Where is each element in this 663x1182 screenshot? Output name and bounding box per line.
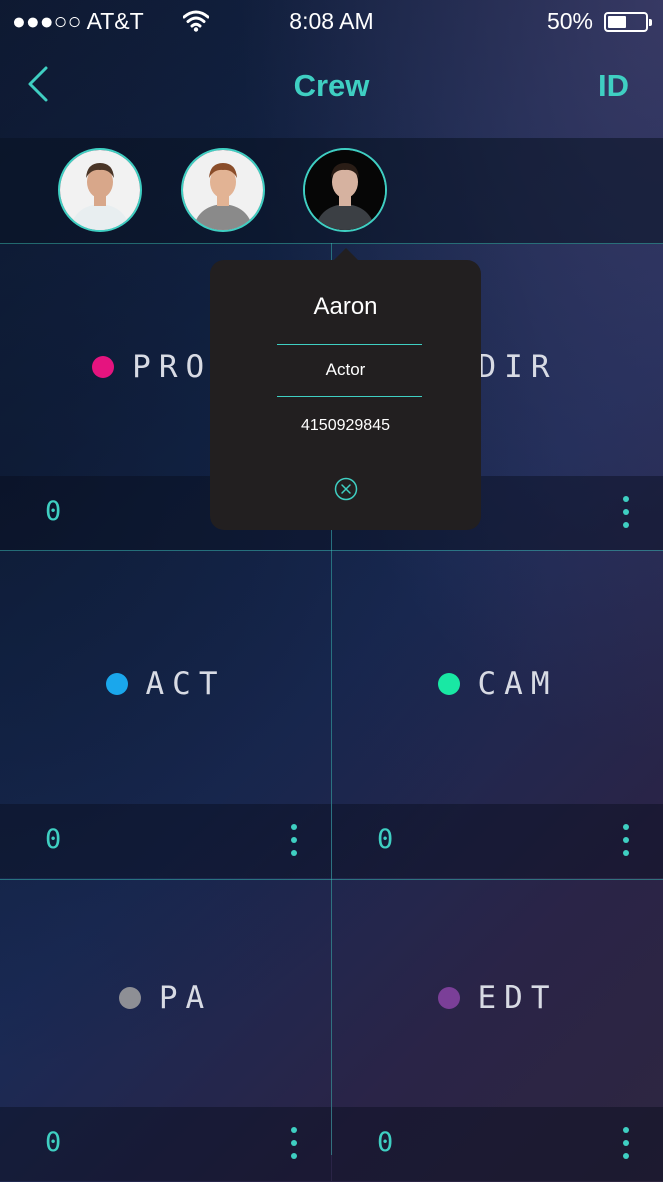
status-bar: ●●●○○ AT&T 8:08 AM 50% xyxy=(0,0,663,44)
more-options-icon[interactable] xyxy=(287,1127,301,1161)
battery-icon xyxy=(604,12,652,32)
more-options-icon[interactable] xyxy=(619,496,633,530)
status-dot xyxy=(92,356,115,378)
member-count: 0 xyxy=(45,496,62,527)
member-count: 0 xyxy=(377,1127,394,1158)
tile-footer: 0 xyxy=(332,804,663,878)
department-label: PA xyxy=(158,980,213,1016)
navigation-bar: Crew ID xyxy=(0,50,663,128)
status-dot xyxy=(437,987,460,1009)
member-role: Actor xyxy=(325,360,366,379)
more-options-icon[interactable] xyxy=(619,1127,633,1161)
popover-caret xyxy=(334,248,358,260)
department-label: CAM xyxy=(477,666,558,702)
close-circle-icon[interactable] xyxy=(334,477,358,501)
id-button[interactable]: ID xyxy=(598,68,629,104)
page-title: Crew xyxy=(293,68,370,103)
more-options-icon[interactable] xyxy=(619,824,633,858)
more-options-icon[interactable] xyxy=(287,824,301,858)
department-label: ACT xyxy=(145,666,226,702)
avatar[interactable] xyxy=(58,148,142,232)
member-count: 0 xyxy=(377,824,394,855)
department-tile-cam[interactable]: CAM 0 xyxy=(332,551,663,879)
divider xyxy=(277,344,422,345)
tile-footer: 0 xyxy=(0,1107,331,1181)
department-tile-pa[interactable]: PA 0 xyxy=(0,880,331,1182)
status-dot xyxy=(105,673,128,695)
department-label: DIR xyxy=(477,349,558,385)
status-dot xyxy=(437,673,460,695)
member-name: Aaron xyxy=(313,293,378,320)
avatar[interactable] xyxy=(303,148,387,232)
tile-footer: 0 xyxy=(332,1107,663,1181)
battery-percent: 50% xyxy=(546,8,593,34)
department-tile-act[interactable]: ACT 0 xyxy=(0,551,331,879)
status-dot xyxy=(118,987,141,1009)
member-count: 0 xyxy=(45,1127,62,1158)
department-tile-edt[interactable]: EDT 0 xyxy=(332,880,663,1182)
tile-footer: 0 xyxy=(0,804,331,878)
member-count: 0 xyxy=(45,824,62,855)
divider xyxy=(277,396,422,397)
crew-avatar-strip xyxy=(0,138,663,244)
avatar[interactable] xyxy=(181,148,265,232)
member-phone[interactable]: 4150929845 xyxy=(210,417,481,435)
department-label: EDT xyxy=(477,980,558,1016)
crew-member-popover: Aaron Actor 4150929845 xyxy=(210,248,481,530)
